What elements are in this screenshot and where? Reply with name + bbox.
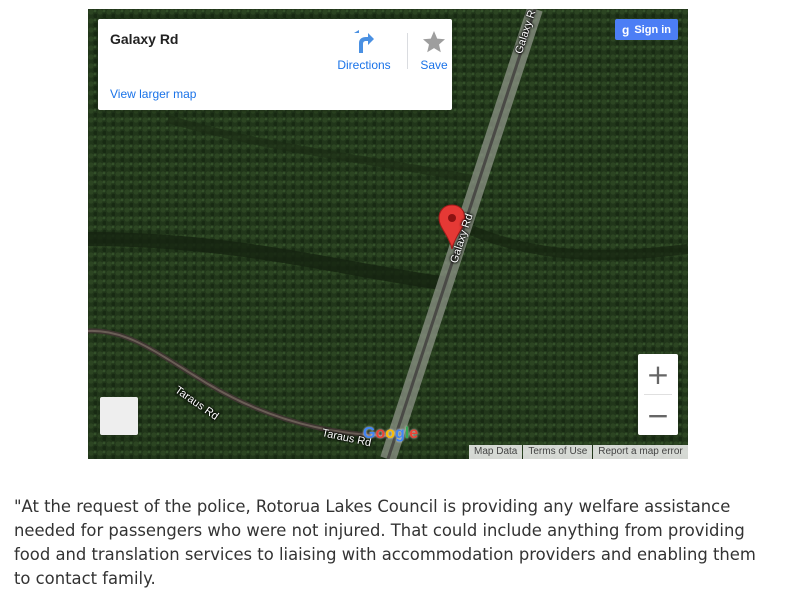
map-attribution: Map Data Terms of Use Report a map error (468, 445, 688, 459)
view-larger-map-link[interactable]: View larger map (110, 87, 196, 101)
street-view-pegman-button[interactable] (100, 397, 138, 435)
card-divider (407, 33, 408, 69)
google-g-icon: g (621, 22, 630, 37)
directions-button[interactable]: Directions (334, 29, 394, 72)
zoom-out-button[interactable]: − (638, 395, 678, 435)
zoom-in-button[interactable]: + (638, 354, 678, 394)
terms-of-use-link[interactable]: Terms of Use (523, 445, 593, 459)
article-paragraph: "At the request of the police, Rotorua L… (14, 497, 756, 588)
star-icon (412, 29, 456, 55)
directions-label: Directions (337, 58, 391, 72)
google-logo-letter: e (409, 425, 419, 442)
report-map-error-link[interactable]: Report a map error (593, 445, 688, 459)
google-logo-letter: o (385, 425, 396, 442)
directions-icon (334, 29, 394, 55)
google-logo-letter: g (395, 425, 405, 442)
place-name: Galaxy Rd (110, 31, 179, 47)
sign-in-label: Sign in (634, 23, 671, 36)
google-logo: Google (363, 425, 418, 443)
sign-in-button[interactable]: g Sign in (615, 19, 678, 40)
place-info-card: Galaxy Rd View larger map Directions Sav… (98, 19, 452, 110)
zoom-control: + − (638, 354, 678, 435)
google-logo-letter: G (363, 425, 376, 442)
map-data-link[interactable]: Map Data (469, 445, 523, 459)
embedded-map[interactable]: Galaxy R Galaxy Rd Taraus Rd Taraus Rd G… (88, 9, 688, 459)
google-logo-letter: o (375, 425, 386, 442)
save-label: Save (420, 58, 448, 72)
save-button[interactable]: Save (412, 29, 456, 72)
